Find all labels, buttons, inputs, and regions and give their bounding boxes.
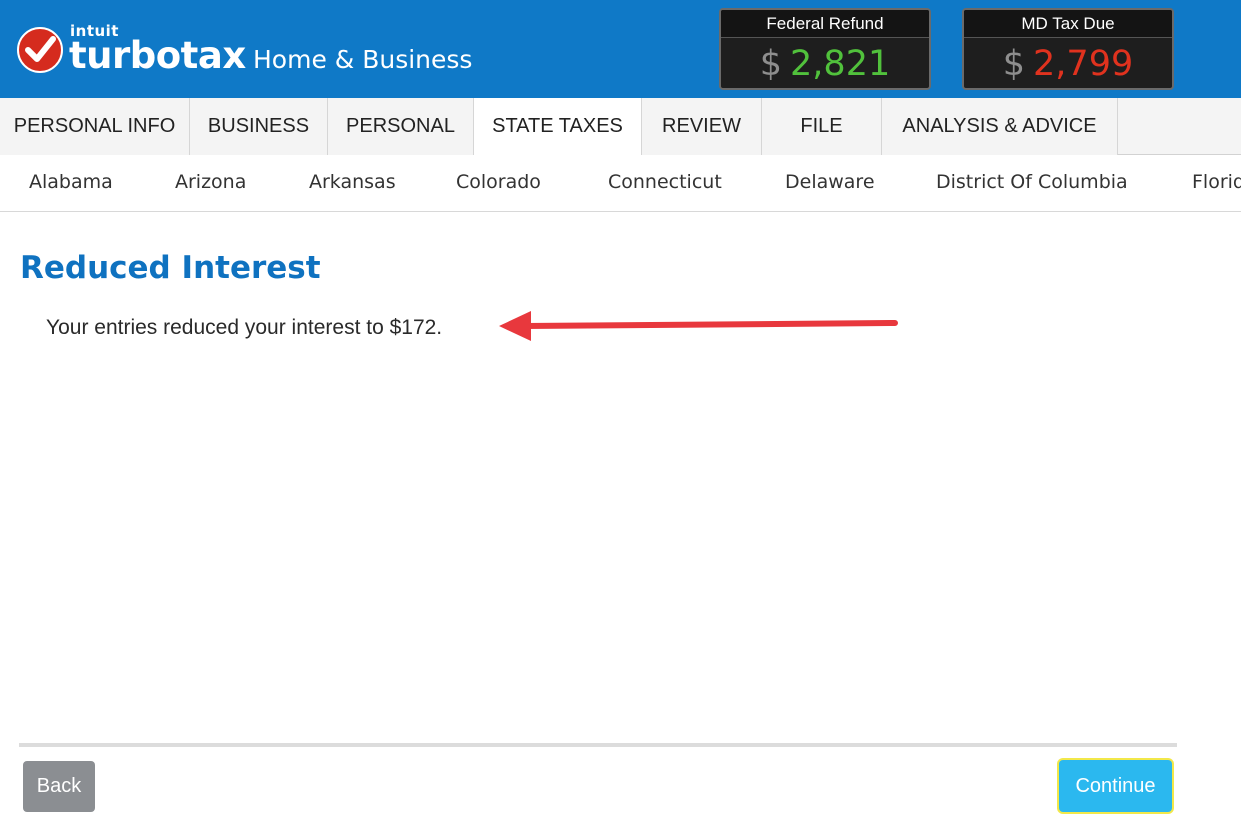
- tab-state-taxes[interactable]: STATE TAXES: [474, 98, 642, 156]
- state-item-colorado[interactable]: Colorado: [456, 155, 541, 210]
- footer-divider: [19, 743, 1177, 747]
- turbotax-app: intuit turbotax Home & Business Federal …: [0, 0, 1241, 835]
- turbotax-wordmark: turbotax: [69, 34, 246, 77]
- state-navigation: Alabama Arizona Arkansas Colorado Connec…: [0, 155, 1241, 212]
- state-item-arizona[interactable]: Arizona: [175, 155, 246, 210]
- state-item-alabama[interactable]: Alabama: [29, 155, 113, 210]
- interest-message: Your entries reduced your interest to $1…: [46, 316, 443, 339]
- main-navigation: PERSONAL INFO BUSINESS PERSONAL STATE TA…: [0, 98, 1241, 156]
- tab-business[interactable]: BUSINESS: [190, 98, 328, 155]
- state-tax-due-amount: 2,799: [1033, 44, 1134, 84]
- state-tax-due-label: MD Tax Due: [964, 10, 1172, 38]
- tab-file[interactable]: FILE: [762, 98, 882, 155]
- annotation-arrow-icon: [499, 311, 898, 341]
- back-button[interactable]: Back: [23, 761, 95, 812]
- header: intuit turbotax Home & Business Federal …: [0, 0, 1241, 98]
- state-item-connecticut[interactable]: Connecticut: [608, 155, 722, 210]
- page-title: Reduced Interest: [20, 250, 321, 286]
- state-item-district-of-columbia[interactable]: District Of Columbia: [936, 155, 1128, 210]
- state-item-delaware[interactable]: Delaware: [785, 155, 875, 210]
- dollar-sign: $: [1002, 44, 1026, 84]
- tab-analysis-advice[interactable]: ANALYSIS & ADVICE: [882, 98, 1118, 155]
- federal-refund-amount: 2,821: [790, 44, 891, 84]
- state-item-florida[interactable]: Florida: [1192, 155, 1241, 210]
- edition-name: Home & Business: [253, 45, 473, 74]
- continue-button[interactable]: Continue: [1059, 760, 1172, 812]
- tab-personal[interactable]: PERSONAL: [328, 98, 474, 155]
- state-tax-due-box[interactable]: MD Tax Due $2,799: [962, 8, 1174, 90]
- state-tax-due-value: $2,799: [964, 38, 1172, 88]
- federal-refund-box[interactable]: Federal Refund $2,821: [719, 8, 931, 90]
- checkmark-logo-icon: [17, 27, 63, 73]
- tab-personal-info[interactable]: PERSONAL INFO: [0, 98, 190, 155]
- dollar-sign: $: [759, 44, 783, 84]
- federal-refund-label: Federal Refund: [721, 10, 929, 38]
- state-item-arkansas[interactable]: Arkansas: [309, 155, 396, 210]
- federal-refund-value: $2,821: [721, 38, 929, 88]
- tab-review[interactable]: REVIEW: [642, 98, 762, 155]
